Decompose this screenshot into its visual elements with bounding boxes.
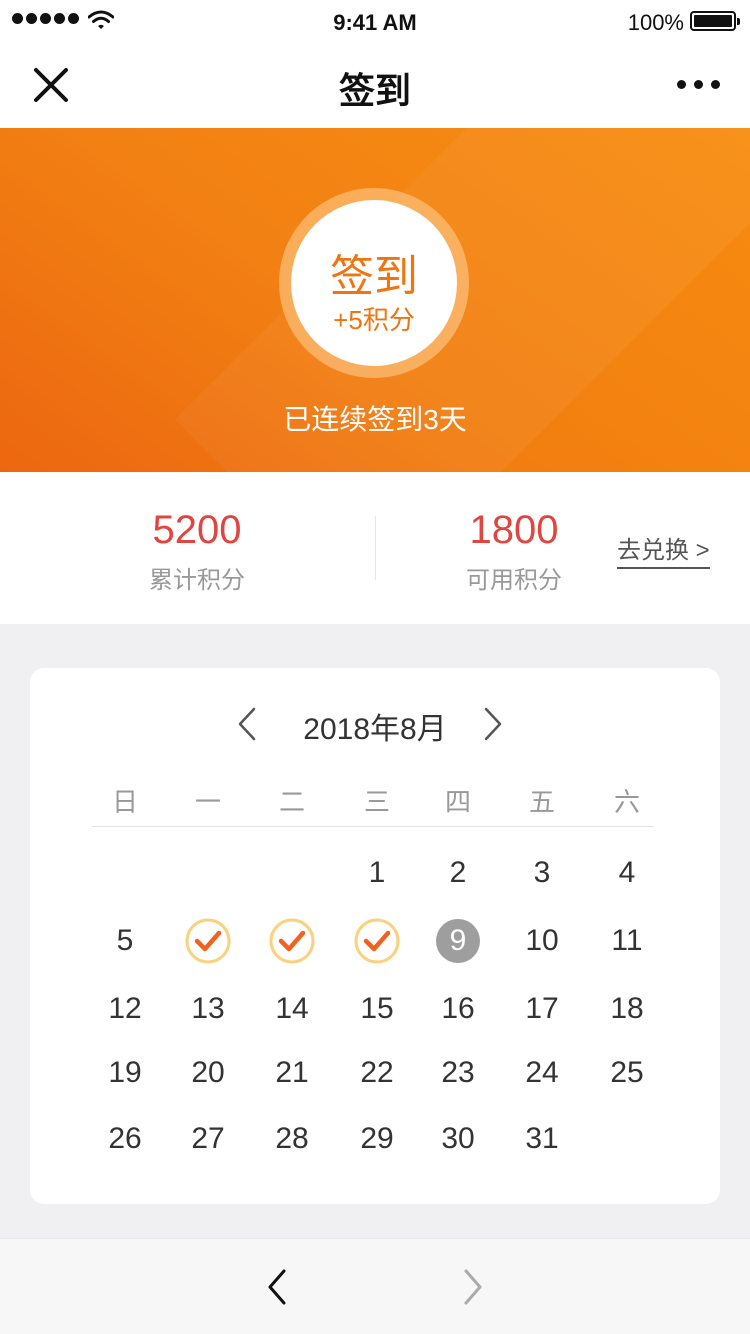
calendar-day-number: 28 [275,1122,309,1155]
calendar-day-number: 4 [618,856,636,889]
divider [375,516,376,580]
calendar-day-number: 14 [275,992,309,1025]
available-points-label: 可用积分 [466,567,562,594]
calendar-day[interactable]: 29 [347,1114,407,1164]
calendar-day-number: 13 [191,992,225,1025]
calendar-day[interactable]: 1 [347,848,407,898]
calendar-day[interactable]: 26 [95,1114,155,1164]
calendar-day-number: 15 [360,992,394,1025]
calendar-day[interactable]: 5 [95,916,155,966]
points-summary: 5200 累计积分 1800 可用积分 去兑换 > [0,472,750,624]
more-options-icon[interactable] [677,80,720,89]
checkmark-icon [269,918,315,964]
battery-icon [690,11,740,31]
calendar-day-number: 19 [108,1056,142,1089]
calendar-day[interactable]: 21 [262,1048,322,1098]
calendar-day-number: 2 [449,856,467,889]
total-points-value: 5200 [152,508,242,552]
calendar-day[interactable]: 16 [428,984,488,1034]
calendar-day-number: 24 [525,1056,559,1089]
calendar-day-number: 17 [525,992,559,1025]
browser-toolbar [0,1238,750,1334]
calendar-day-number: 27 [191,1122,225,1155]
calendar-day-number: 22 [360,1056,394,1089]
calendar-card: 2018年8月 日一二三四五六 123456789101112131415161… [30,668,720,1204]
available-points-value: 1800 [469,508,559,552]
calendar-day[interactable]: 31 [512,1114,572,1164]
calendar-day-number: 30 [441,1122,475,1155]
calendar-day-number: 5 [116,924,134,957]
calendar-day-number: 20 [191,1056,225,1089]
nav-bar: 签到 [0,44,750,128]
sign-in-hero: 签到 +5积分 已连续签到3天 [0,128,750,472]
calendar-day[interactable]: 3 [512,848,572,898]
calendar-day[interactable]: 22 [347,1048,407,1098]
calendar-day[interactable]: 2 [428,848,488,898]
checkmark-icon [354,918,400,964]
total-points: 5200 累计积分 [97,506,297,595]
calendar-day[interactable]: 28 [262,1114,322,1164]
calendar-day[interactable]: 15 [347,984,407,1034]
calendar-day[interactable]: 30 [428,1114,488,1164]
calendar-day[interactable]: 18 [597,984,657,1034]
calendar-day[interactable]: 7 [262,916,322,966]
total-points-label: 累计积分 [149,567,245,594]
sign-in-reward: +5积分 [333,305,415,335]
calendar-day[interactable]: 10 [512,916,572,966]
sign-in-label: 签到 [330,252,418,301]
calendar-day-number: 10 [525,924,559,957]
calendar-day[interactable]: 20 [178,1048,238,1098]
calendar-day-number: 31 [525,1122,559,1155]
calendar-day-number: 18 [610,992,644,1025]
back-arrow-icon[interactable] [262,1267,292,1307]
calendar-day[interactable]: 14 [262,984,322,1034]
calendar-day-number: 23 [441,1056,475,1089]
calendar-day-number: 26 [108,1122,142,1155]
available-points: 1800 可用积分 [414,506,614,595]
calendar-day[interactable]: 25 [597,1048,657,1098]
calendar-day[interactable]: 27 [178,1114,238,1164]
page-title: 签到 [338,70,411,111]
battery-percentage: 100% [627,10,684,35]
calendar-day[interactable]: 9 [428,916,488,966]
calendar-day-number: 1 [368,856,386,889]
calendar-day-number: 12 [108,992,142,1025]
calendar-day-number: 29 [360,1122,394,1155]
calendar-days-grid: 1234567891011121314151617181920212223242… [30,668,720,1204]
calendar-day[interactable]: 8 [347,916,407,966]
calendar-day-number: 9 [449,924,467,957]
calendar-day[interactable]: 24 [512,1048,572,1098]
calendar-day[interactable]: 19 [95,1048,155,1098]
sign-in-button[interactable]: 签到 +5积分 [279,188,469,378]
calendar-day[interactable]: 4 [597,848,657,898]
forward-arrow-icon[interactable] [458,1267,488,1307]
calendar-day[interactable]: 13 [178,984,238,1034]
status-bar: 9:41 AM 100% [0,0,750,44]
checkmark-icon [185,918,231,964]
streak-text: 已连续签到3天 [283,404,467,435]
calendar-day-number: 11 [611,924,643,957]
calendar-day[interactable]: 11 [597,916,657,966]
calendar-day-number: 3 [533,856,551,889]
calendar-day-number: 25 [610,1056,644,1089]
calendar-day-number: 16 [441,992,475,1025]
calendar-day-number: 21 [275,1056,309,1089]
redeem-link[interactable]: 去兑换 > [617,530,710,569]
calendar-day[interactable]: 12 [95,984,155,1034]
calendar-day[interactable]: 17 [512,984,572,1034]
calendar-day[interactable]: 6 [178,916,238,966]
calendar-day[interactable]: 23 [428,1048,488,1098]
